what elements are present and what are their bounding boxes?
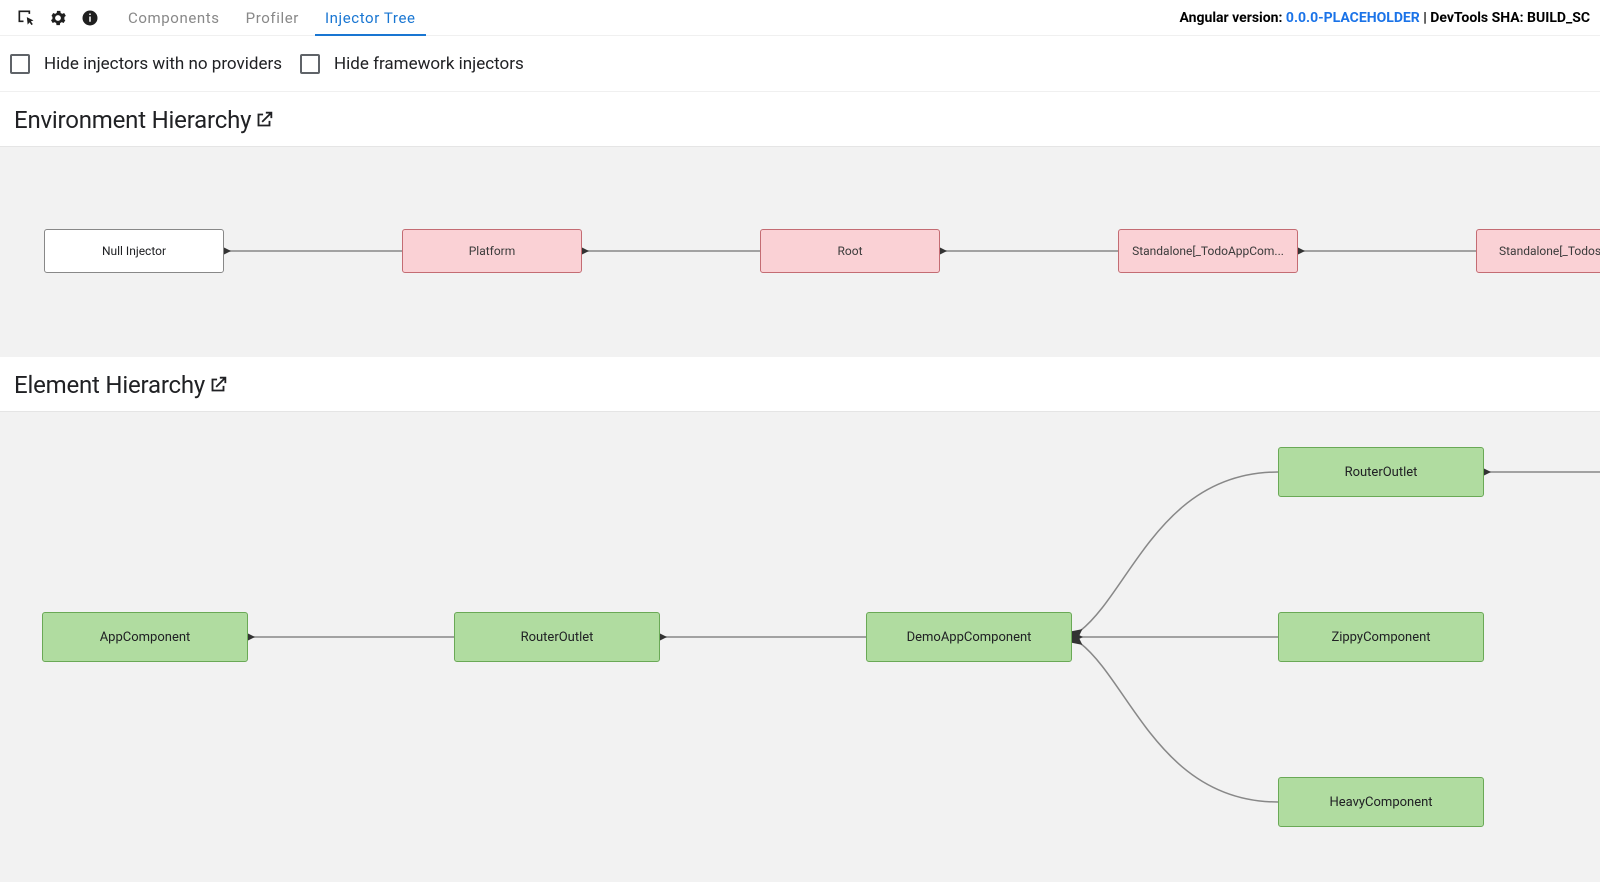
checkbox-box-icon bbox=[300, 54, 320, 74]
node-null-injector[interactable]: Null Injector bbox=[44, 229, 224, 273]
open-in-new-icon[interactable] bbox=[253, 109, 275, 131]
inspect-icon[interactable] bbox=[10, 2, 42, 34]
checkbox-label: Hide injectors with no providers bbox=[44, 54, 282, 74]
version-prefix: Angular version: bbox=[1179, 10, 1285, 26]
filter-bar: Hide injectors with no providers Hide fr… bbox=[0, 36, 1600, 92]
info-icon[interactable] bbox=[74, 2, 106, 34]
environment-hierarchy-header: Environment Hierarchy bbox=[0, 92, 1600, 147]
node-standalone-todo-app[interactable]: Standalone[_TodoAppCom... bbox=[1118, 229, 1298, 273]
tab-bar: Components Profiler Injector Tree bbox=[118, 0, 426, 35]
node-platform[interactable]: Platform bbox=[402, 229, 582, 273]
tab-injector-tree[interactable]: Injector Tree bbox=[315, 0, 426, 35]
checkbox-hide-no-providers[interactable]: Hide injectors with no providers bbox=[10, 54, 282, 74]
devtools-sha: DevTools SHA: BUILD_SC bbox=[1430, 10, 1590, 26]
checkbox-hide-framework[interactable]: Hide framework injectors bbox=[300, 54, 524, 74]
version-info: Angular version: 0.0.0-PLACEHOLDER | Dev… bbox=[1179, 10, 1590, 26]
checkbox-label: Hide framework injectors bbox=[334, 54, 524, 74]
node-router-outlet[interactable]: RouterOutlet bbox=[454, 612, 660, 662]
tab-components[interactable]: Components bbox=[118, 0, 230, 35]
version-link[interactable]: 0.0.0-PLACEHOLDER bbox=[1286, 10, 1420, 26]
node-root[interactable]: Root bbox=[760, 229, 940, 273]
section-title: Environment Hierarchy bbox=[14, 106, 251, 134]
tab-profiler[interactable]: Profiler bbox=[236, 0, 309, 35]
node-app-component[interactable]: AppComponent bbox=[42, 612, 248, 662]
environment-hierarchy-canvas[interactable]: Null Injector Platform Root Standalone[_… bbox=[0, 147, 1600, 357]
checkbox-box-icon bbox=[10, 54, 30, 74]
node-demo-app-component[interactable]: DemoAppComponent bbox=[866, 612, 1072, 662]
node-zippy-component[interactable]: ZippyComponent bbox=[1278, 612, 1484, 662]
node-router-outlet-2[interactable]: RouterOutlet bbox=[1278, 447, 1484, 497]
gear-icon[interactable] bbox=[42, 2, 74, 34]
open-in-new-icon[interactable] bbox=[207, 374, 229, 396]
top-toolbar: Components Profiler Injector Tree Angula… bbox=[0, 0, 1600, 36]
element-hierarchy-header: Element Hierarchy bbox=[0, 357, 1600, 412]
section-title: Element Hierarchy bbox=[14, 371, 205, 399]
element-hierarchy-canvas[interactable]: AppComponent RouterOutlet DemoAppCompone… bbox=[0, 412, 1600, 882]
version-sep: | bbox=[1420, 10, 1431, 26]
node-standalone-todos[interactable]: Standalone[_TodosComp bbox=[1476, 229, 1600, 273]
node-heavy-component[interactable]: HeavyComponent bbox=[1278, 777, 1484, 827]
